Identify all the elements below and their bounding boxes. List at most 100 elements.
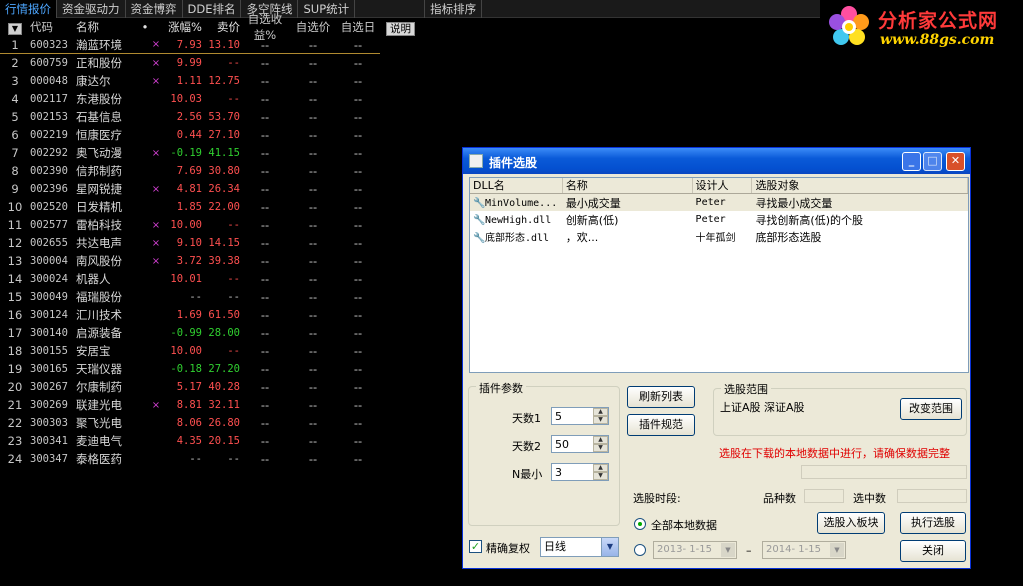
suspend-mark: × xyxy=(151,183,161,195)
tab-5[interactable]: SUP统计 xyxy=(298,0,356,18)
row-index: 2 xyxy=(11,56,19,70)
tab-3[interactable]: DDE排名 xyxy=(183,0,242,18)
self-return: -- xyxy=(260,182,270,196)
table-row[interactable]: 8 002390 信邦制药 7.69 30.80 -- -- -- xyxy=(0,162,380,180)
param-days1-spinner[interactable]: 5 ▲ ▼ xyxy=(551,407,609,425)
col-name[interactable]: 名称 xyxy=(563,178,693,193)
table-row[interactable]: 5 002153 石基信息 2.56 53.70 -- -- -- xyxy=(0,108,380,126)
row-index: 3 xyxy=(11,74,19,88)
plugin-dll: MinVolume... xyxy=(485,198,558,209)
all-local-radio[interactable] xyxy=(634,518,646,530)
self-price: -- xyxy=(308,416,318,430)
stock-code: 300267 xyxy=(30,381,68,393)
col-target[interactable]: 选股对象 xyxy=(752,178,968,193)
stock-code: 600323 xyxy=(30,38,68,51)
tab-7[interactable]: 指标排序 xyxy=(425,0,483,18)
self-date: -- xyxy=(353,398,363,412)
table-row[interactable]: 24 300347 泰格医药 -- -- -- -- -- xyxy=(0,450,380,468)
stock-sell-price: 20.15 xyxy=(208,435,240,447)
close-icon[interactable]: ✕ xyxy=(946,152,965,171)
date-to-picker[interactable]: 2014- 1-15 ▼ xyxy=(762,541,846,559)
chevron-down-icon[interactable]: ▼ xyxy=(601,538,618,556)
stock-name: 共达电声 xyxy=(76,236,122,250)
table-row[interactable]: 23 300341 麦迪电气 4.35 20.15 -- -- -- xyxy=(0,432,380,450)
plugin-spec-button[interactable]: 插件规范 xyxy=(627,414,695,436)
stock-change: -0.99 xyxy=(170,327,202,339)
table-row[interactable]: 3 000048 康达尔 × 1.11 12.75 -- -- -- xyxy=(0,72,380,90)
explain-button[interactable]: 说明 xyxy=(386,22,415,36)
table-row[interactable]: 12 002655 共达电声 × 9.10 14.15 -- -- -- xyxy=(0,234,380,252)
tab-1[interactable]: 资金驱动力 xyxy=(57,0,126,18)
tab-0[interactable]: 行情报价 xyxy=(0,0,57,18)
self-date: -- xyxy=(353,200,363,214)
stock-name: 恒康医疗 xyxy=(76,128,122,142)
site-logo: 分析家公式网 www.88gs.com xyxy=(822,0,1023,56)
date-range-radio[interactable] xyxy=(634,544,646,556)
self-date: -- xyxy=(353,236,363,250)
self-date: -- xyxy=(353,164,363,178)
table-row[interactable]: 1 600323 瀚蓝环境 × 7.93 13.10 -- -- -- xyxy=(0,36,380,54)
logo-title: 分析家公式网 xyxy=(878,10,999,32)
plugin-row[interactable]: 🔧底部形态.dll ，欢... 十年孤剑 底部形态选股 xyxy=(470,228,968,245)
table-row[interactable]: 11 002577 雷柏科技 × 10.00 -- -- -- -- xyxy=(0,216,380,234)
suspend-mark: × xyxy=(151,75,161,87)
table-row[interactable]: 6 002219 恒康医疗 0.44 27.10 -- -- -- xyxy=(0,126,380,144)
refresh-list-button[interactable]: 刷新列表 xyxy=(627,386,695,408)
stock-change: 4.81 xyxy=(176,183,202,195)
plugin-row[interactable]: 🔧NewHigh.dll 创新高(低) Peter 寻找创新高(低)的个股 xyxy=(470,211,968,228)
change-range-button[interactable]: 改变范围 xyxy=(900,398,962,420)
plugin-author: Peter xyxy=(695,197,726,208)
self-price: -- xyxy=(308,398,318,412)
date-from-picker[interactable]: 2013- 1-15 ▼ xyxy=(653,541,737,559)
maximize-icon[interactable]: □ xyxy=(923,152,942,171)
plugin-row[interactable]: 🔧MinVolume... 最小成交量 Peter 寻找最小成交量 xyxy=(470,194,968,211)
table-row[interactable]: 20 300267 尔康制药 5.17 40.28 -- -- -- xyxy=(0,378,380,396)
col-dll[interactable]: DLL名 xyxy=(470,178,563,193)
table-row[interactable]: 14 300024 机器人 10.01 -- -- -- -- xyxy=(0,270,380,288)
table-row[interactable]: 19 300165 天瑞仪器 -0.18 27.20 -- -- -- xyxy=(0,360,380,378)
period-select[interactable]: 日线 ▼ xyxy=(540,537,619,557)
exact-rights-checkbox[interactable]: ✓ xyxy=(469,540,482,553)
table-row[interactable]: 17 300140 启源装备 -0.99 28.00 -- -- -- xyxy=(0,324,380,342)
minimize-icon[interactable]: _ xyxy=(902,152,921,171)
table-row[interactable]: 9 002396 星网锐捷 × 4.81 26.34 -- -- -- xyxy=(0,180,380,198)
table-row[interactable]: 4 002117 东港股份 10.03 -- -- -- -- xyxy=(0,90,380,108)
stock-sell-price: 13.10 xyxy=(208,38,240,51)
header-self-date[interactable]: 自选日 xyxy=(336,19,380,35)
param-days2-spinner[interactable]: 50 ▲ ▼ xyxy=(551,435,609,453)
stock-name: 联建光电 xyxy=(76,398,122,412)
self-date: -- xyxy=(353,128,363,142)
self-return: -- xyxy=(260,92,270,106)
sort-toggle-button[interactable]: ▼ xyxy=(0,20,30,35)
table-row[interactable]: 7 002292 奥飞动漫 × -0.19 41.15 -- -- -- xyxy=(0,144,380,162)
self-date: -- xyxy=(353,434,363,448)
header-self-price[interactable]: 自选价 xyxy=(290,19,336,35)
stock-code: 002117 xyxy=(30,93,68,105)
table-row[interactable]: 15 300049 福瑞股份 -- -- -- -- -- xyxy=(0,288,380,306)
self-price: -- xyxy=(308,56,318,70)
range-group-title: 选股范围 xyxy=(721,381,771,397)
table-row[interactable]: 13 300004 南风股份 × 3.72 39.38 -- -- -- xyxy=(0,252,380,270)
header-code[interactable]: 代码 xyxy=(30,19,76,35)
stock-change: -- xyxy=(189,453,202,465)
self-price: -- xyxy=(308,326,318,340)
header-name[interactable]: 名称 xyxy=(76,19,140,35)
param-nmin-spinner[interactable]: 3 ▲ ▼ xyxy=(551,463,609,481)
tab-2[interactable]: 资金博弈 xyxy=(126,0,183,18)
dialog-titlebar[interactable]: 插件选股 _ □ ✕ xyxy=(463,148,970,174)
table-row[interactable]: 10 002520 日发精机 1.85 22.00 -- -- -- xyxy=(0,198,380,216)
table-row[interactable]: 16 300124 汇川技术 1.69 61.50 -- -- -- xyxy=(0,306,380,324)
stock-sell-price: -- xyxy=(227,93,240,105)
header-change[interactable]: 涨幅% xyxy=(150,19,202,35)
stock-code: 600759 xyxy=(30,57,68,69)
table-row[interactable]: 18 300155 安居宝 10.00 -- -- -- -- xyxy=(0,342,380,360)
table-row[interactable]: 21 300269 联建光电 × 8.81 32.11 -- -- -- xyxy=(0,396,380,414)
execute-select-button[interactable]: 执行选股 xyxy=(900,512,966,534)
self-date: -- xyxy=(353,254,363,268)
select-to-block-button[interactable]: 选股入板块 xyxy=(817,512,885,534)
close-button[interactable]: 关闭 xyxy=(900,540,966,562)
col-author[interactable]: 设计人 xyxy=(693,178,753,193)
table-row[interactable]: 22 300303 聚飞光电 8.06 26.80 -- -- -- xyxy=(0,414,380,432)
header-sell[interactable]: 卖价 xyxy=(202,19,240,35)
table-row[interactable]: 2 600759 正和股份 × 9.99 -- -- -- -- xyxy=(0,54,380,72)
